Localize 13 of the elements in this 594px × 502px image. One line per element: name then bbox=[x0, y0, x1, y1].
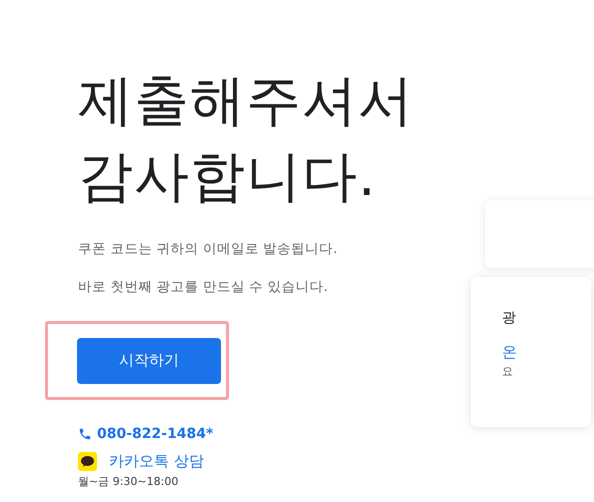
phone-icon bbox=[78, 427, 92, 441]
start-button[interactable]: 시작하기 bbox=[77, 338, 221, 384]
message-text: 바로 첫번째 광고를 만드실 수 있습니다. bbox=[78, 278, 329, 296]
card-note: 요 bbox=[502, 364, 514, 379]
message-text: 쿠폰 코드는 귀하의 이메일로 발송됩니다. bbox=[78, 240, 338, 258]
headline: 감사합니다. bbox=[78, 143, 378, 210]
card-link[interactable]: 온 bbox=[502, 343, 591, 362]
kakao-chat-link[interactable]: 카카오톡 상담 bbox=[109, 452, 204, 471]
headline: 제출해주셔서 bbox=[78, 67, 415, 134]
hours-text: 월~금 9:30~18:00 bbox=[78, 474, 180, 489]
phone-link[interactable]: 080-822-1484* bbox=[78, 426, 471, 442]
chat-bubble-icon bbox=[78, 452, 97, 471]
card-title: 광 bbox=[502, 309, 517, 327]
